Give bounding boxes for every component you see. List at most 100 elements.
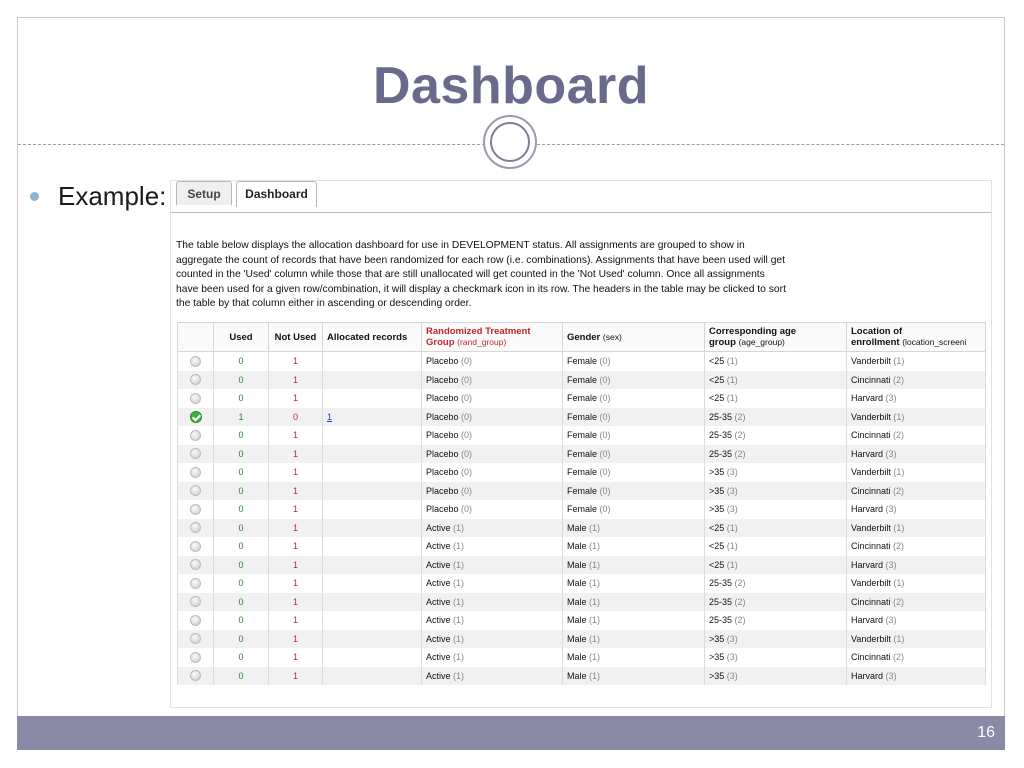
- tab-dashboard[interactable]: Dashboard: [236, 181, 317, 207]
- cell-not-used: 1: [268, 648, 323, 667]
- cell-group: Active (1): [421, 629, 563, 648]
- gender-code: (1): [589, 633, 601, 644]
- age-code: (2): [734, 615, 746, 626]
- cell-group: Active (1): [421, 574, 563, 593]
- cell-location: Harvard (3): [846, 611, 986, 630]
- cell-group: Placebo (0): [421, 481, 563, 500]
- age-code: (1): [726, 393, 738, 404]
- cell-not-used: 1: [268, 463, 323, 482]
- age-code: (2): [734, 430, 746, 441]
- cell-status: [177, 481, 214, 500]
- age-label: <25: [709, 374, 725, 385]
- location-code: (2): [893, 541, 905, 552]
- cell-allocated: [322, 500, 422, 519]
- group-label: Active: [426, 652, 451, 663]
- age-code: (1): [726, 522, 738, 533]
- group-code: (0): [461, 504, 473, 515]
- cell-gender: Female (0): [562, 351, 705, 371]
- cell-gender: Male (1): [562, 518, 705, 537]
- cell-group: Placebo (0): [421, 389, 563, 408]
- location-label: Vanderbilt: [851, 633, 891, 644]
- cell-used: 0: [213, 426, 269, 445]
- location-label: Cincinnati: [851, 374, 891, 385]
- group-code: (0): [461, 374, 473, 385]
- cell-age: <25 (1): [704, 389, 847, 408]
- cell-group: Placebo (0): [421, 500, 563, 519]
- age-label: <25: [709, 522, 725, 533]
- header-allocated-records[interactable]: Allocated records: [322, 322, 422, 352]
- gender-code: (1): [589, 522, 601, 533]
- group-label: Active: [426, 522, 451, 533]
- header-used[interactable]: Used: [213, 322, 269, 352]
- gender-label: Male: [567, 615, 587, 626]
- cell-group: Active (1): [421, 537, 563, 556]
- gender-code: (0): [599, 374, 611, 385]
- header-not-used[interactable]: Not Used: [268, 322, 323, 352]
- cell-age: 25-35 (2): [704, 426, 847, 445]
- age-code: (3): [726, 485, 738, 496]
- group-label: Placebo: [426, 356, 459, 367]
- group-label: Active: [426, 615, 451, 626]
- group-code: (1): [453, 578, 465, 589]
- cell-group: Active (1): [421, 648, 563, 667]
- allocated-record-link[interactable]: 1: [327, 412, 332, 422]
- age-code: (2): [734, 448, 746, 459]
- age-label: 25-35: [709, 578, 733, 589]
- gender-label: Female: [567, 393, 598, 404]
- cell-age: <25 (1): [704, 555, 847, 574]
- status-empty-icon: [190, 651, 201, 663]
- cell-allocated: [322, 351, 422, 371]
- gender-label: Female: [567, 374, 598, 385]
- cell-gender: Female (0): [562, 500, 705, 519]
- cell-gender: Female (0): [562, 444, 705, 463]
- location-code: (1): [893, 467, 905, 478]
- tab-setup[interactable]: Setup: [176, 181, 232, 205]
- cell-not-used: 0: [268, 407, 323, 426]
- header-randomized-group[interactable]: Randomized Treatment Group (rand_group): [421, 322, 563, 352]
- cell-allocated: [322, 370, 422, 389]
- ring-inner: [490, 122, 530, 162]
- page-number: 16: [977, 724, 995, 741]
- gender-code: (0): [599, 430, 611, 441]
- cell-location: Harvard (3): [846, 389, 986, 408]
- header-age-group[interactable]: Corresponding age group (age_group): [704, 322, 847, 352]
- group-code: (1): [453, 596, 465, 607]
- location-code: (3): [885, 448, 897, 459]
- cell-allocated: [322, 611, 422, 630]
- gender-label: Female: [567, 430, 598, 441]
- cell-status: [177, 389, 214, 408]
- status-empty-icon: [190, 485, 201, 497]
- status-empty-icon: [190, 429, 201, 441]
- location-code: (2): [893, 596, 905, 607]
- allocation-table: Used Not Used Allocated records Randomiz…: [177, 322, 986, 685]
- cell-age: 25-35 (2): [704, 611, 847, 630]
- location-label: Cincinnati: [851, 652, 891, 663]
- status-empty-icon: [190, 540, 201, 552]
- table-row: 0 1 Placebo (0) Female (0) <25 (1) Harvard (3…: [177, 389, 986, 408]
- cell-location: Cincinnati (2): [846, 648, 986, 667]
- header-gender[interactable]: Gender (sex): [562, 322, 705, 352]
- header-loc-main: Location of: [851, 326, 903, 337]
- gender-code: (0): [599, 504, 611, 515]
- location-code: (1): [893, 578, 905, 589]
- location-label: Cincinnati: [851, 430, 891, 441]
- group-label: Placebo: [426, 374, 459, 385]
- header-location[interactable]: Location of enrollment (location_screeni: [846, 322, 986, 352]
- age-label: <25: [709, 393, 725, 404]
- cell-used: 0: [213, 500, 269, 519]
- header-rand-var: (rand_group): [457, 337, 507, 347]
- cell-allocated: [322, 444, 422, 463]
- age-code: (1): [726, 374, 738, 385]
- age-label: 25-35: [709, 430, 733, 441]
- location-label: Harvard: [851, 448, 884, 459]
- gender-code: (1): [589, 596, 601, 607]
- header-status[interactable]: [177, 322, 214, 352]
- cell-age: <25 (1): [704, 537, 847, 556]
- table-row: 0 1 Placebo (0) Female (0) <25 (1) Vanderbilt…: [177, 351, 986, 371]
- cell-used: 0: [213, 666, 269, 685]
- slide-footer: 16: [17, 716, 1005, 750]
- cell-allocated: [322, 648, 422, 667]
- header-gender-var: (sex): [602, 331, 622, 342]
- cell-gender: Male (1): [562, 666, 705, 685]
- cell-status: [177, 444, 214, 463]
